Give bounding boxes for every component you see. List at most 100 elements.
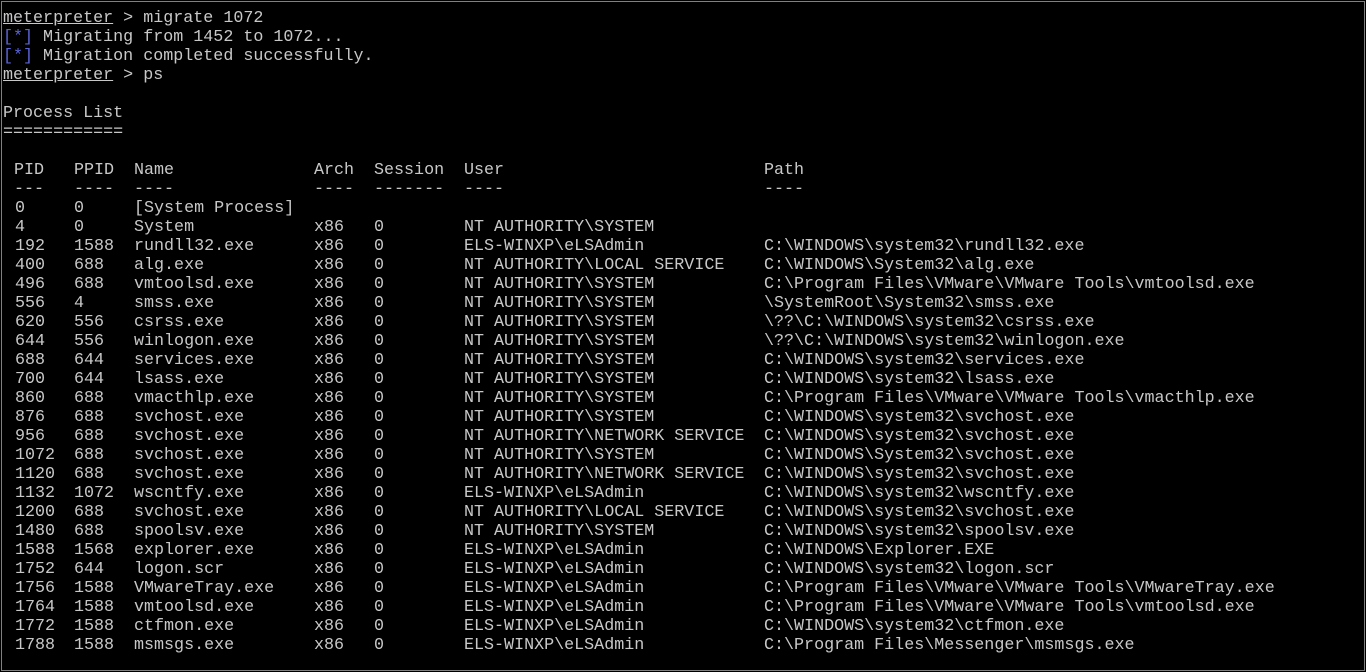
cell-ppid: 1568 [74,541,115,560]
cell-ppid: 0 [74,199,85,218]
cell-arch: x86 [314,389,345,408]
status-text: Migration completed successfully. [33,47,374,66]
cell-user: NT AUTHORITY\SYSTEM [464,370,655,389]
table-row: 1764 1588 vmtoolsd.exe x86 0 ELS-WINXP\eLSAdm… [3,598,1255,617]
table-row: 1756 1588 VMwareTray.exe x86 0 ELS-WINXP\eLSA… [3,579,1275,598]
cell-name: winlogon.exe [134,332,255,351]
cell-session: 0 [374,560,385,579]
cell-arch: x86 [314,636,345,655]
cell-ppid: 556 [74,332,105,351]
cell-pid: 192 [15,237,46,256]
cell-ppid: 688 [74,408,105,427]
cell-path: C:\WINDOWS\system32\services.exe [764,351,1085,370]
cell-ppid: 688 [74,256,105,275]
terminal-window[interactable]: meterpreter > migrate 1072 [*] Migrating… [1,1,1365,671]
cell-name: vmtoolsd.exe [134,598,255,617]
cell-pid: 0 [15,199,26,218]
cell-session: 0 [374,408,385,427]
cell-session: 0 [374,218,385,237]
cell-ppid: 688 [74,275,105,294]
cell-ppid: 644 [74,560,105,579]
cell-user: NT AUTHORITY\SYSTEM [464,351,655,370]
cell-session: 0 [374,617,385,636]
table-row: 1752 644 logon.scr x86 0 ELS-WINXP\eLSAdmin C:… [3,560,1054,579]
cell-name: vmacthlp.exe [134,389,255,408]
table-header-row: PID PPID Name Arch Session User Path [3,161,804,180]
status-marker: [*] [3,47,34,66]
cell-user: NT AUTHORITY\SYSTEM [464,275,655,294]
table-row: 1588 1568 explorer.exe x86 0 ELS-WINXP\eLSAdm… [3,541,994,560]
cell-path: C:\WINDOWS\system32\lsass.exe [764,370,1055,389]
column-header-arch: Arch [314,161,355,180]
cell-path: C:\Program Files\VMware\VMware Tools\VMw… [764,579,1275,598]
cell-session: 0 [374,389,385,408]
meterpreter-prompt: meterpreter [3,9,114,28]
column-divider-pid: --- [14,180,45,199]
cell-arch: x86 [314,370,345,389]
cell-user: NT AUTHORITY\LOCAL SERVICE [464,256,725,275]
table-row: 1772 1588 ctfmon.exe x86 0 ELS-WINXP\eLSAdmin… [3,617,1064,636]
cell-session: 0 [374,275,385,294]
cell-ppid: 688 [74,465,105,484]
cell-session: 0 [374,370,385,389]
column-header-path: Path [764,161,805,180]
cell-session: 0 [374,237,385,256]
column-divider-name: ---- [134,180,175,199]
table-row: 1480 688 spoolsv.exe x86 0 NT AUTHORITY\SYSTE… [3,522,1074,541]
cell-ppid: 1588 [74,579,115,598]
process-table: PID PPID Name Arch Session User Path ---… [3,161,1275,655]
cell-path: C:\WINDOWS\system32\ctfmon.exe [764,617,1065,636]
cell-name: [System Process] [134,199,295,218]
cell-arch: x86 [314,408,345,427]
cell-path: \??\C:\WINDOWS\system32\csrss.exe [764,313,1095,332]
column-divider-user: ---- [464,180,505,199]
cell-arch: x86 [314,598,345,617]
cell-session: 0 [374,598,385,617]
cell-name: svchost.exe [134,408,245,427]
table-row: 1120 688 svchost.exe x86 0 NT AUTHORITY\NETWO… [3,465,1074,484]
cell-ppid: 0 [74,218,85,237]
cell-user: ELS-WINXP\eLSAdmin [464,579,645,598]
cell-arch: x86 [314,579,345,598]
table-divider-row: --- ---- ---- ---- ------- ---- ---- [3,180,804,199]
table-row: 688 644 services.exe x86 0 NT AUTHORITY\SYSTE… [3,351,1084,370]
cell-pid: 1120 [15,465,56,484]
cell-name: csrss.exe [134,313,225,332]
command-text: ps [143,66,164,85]
command-line-migrate: meterpreter > migrate 1072 [3,9,374,28]
command-text: migrate 1072 [143,9,264,28]
cell-path: C:\Program Files\Messenger\msmsgs.exe [764,636,1135,655]
column-divider-path: ---- [764,180,805,199]
cell-arch: x86 [314,351,345,370]
meterpreter-prompt: meterpreter [3,66,114,85]
cell-user: NT AUTHORITY\SYSTEM [464,389,655,408]
cell-pid: 1588 [15,541,56,560]
table-row: 956 688 svchost.exe x86 0 NT AUTHORITY\NETWOR… [3,427,1074,446]
cell-pid: 496 [15,275,46,294]
cell-user: NT AUTHORITY\SYSTEM [464,522,655,541]
cell-pid: 688 [15,351,46,370]
cell-name: vmtoolsd.exe [134,275,255,294]
cell-arch: x86 [314,484,345,503]
cell-user: NT AUTHORITY\LOCAL SERVICE [464,503,725,522]
cell-path: C:\WINDOWS\system32\wscntfy.exe [764,484,1075,503]
cell-session: 0 [374,465,385,484]
cell-ppid: 688 [74,446,105,465]
cell-path: C:\WINDOWS\system32\spoolsv.exe [764,522,1075,541]
cell-pid: 700 [15,370,46,389]
cell-user: NT AUTHORITY\NETWORK SERVICE [464,427,745,446]
cell-path: C:\WINDOWS\system32\svchost.exe [764,465,1075,484]
cell-session: 0 [374,313,385,332]
column-divider-ppid: ---- [74,180,115,199]
cell-arch: x86 [314,560,345,579]
cell-path: \??\C:\WINDOWS\system32\winlogon.exe [764,332,1125,351]
command-line-ps: meterpreter > ps [3,66,374,85]
cell-user: ELS-WINXP\eLSAdmin [464,636,645,655]
cell-path: C:\WINDOWS\System32\svchost.exe [764,446,1075,465]
cell-pid: 1764 [15,598,56,617]
cell-pid: 860 [15,389,46,408]
table-row: 496 688 vmtoolsd.exe x86 0 NT AUTHORITY\SYSTE… [3,275,1255,294]
cell-ppid: 688 [74,522,105,541]
cell-pid: 1072 [15,446,56,465]
table-row: 1072 688 svchost.exe x86 0 NT AUTHORITY\SYSTE… [3,446,1074,465]
